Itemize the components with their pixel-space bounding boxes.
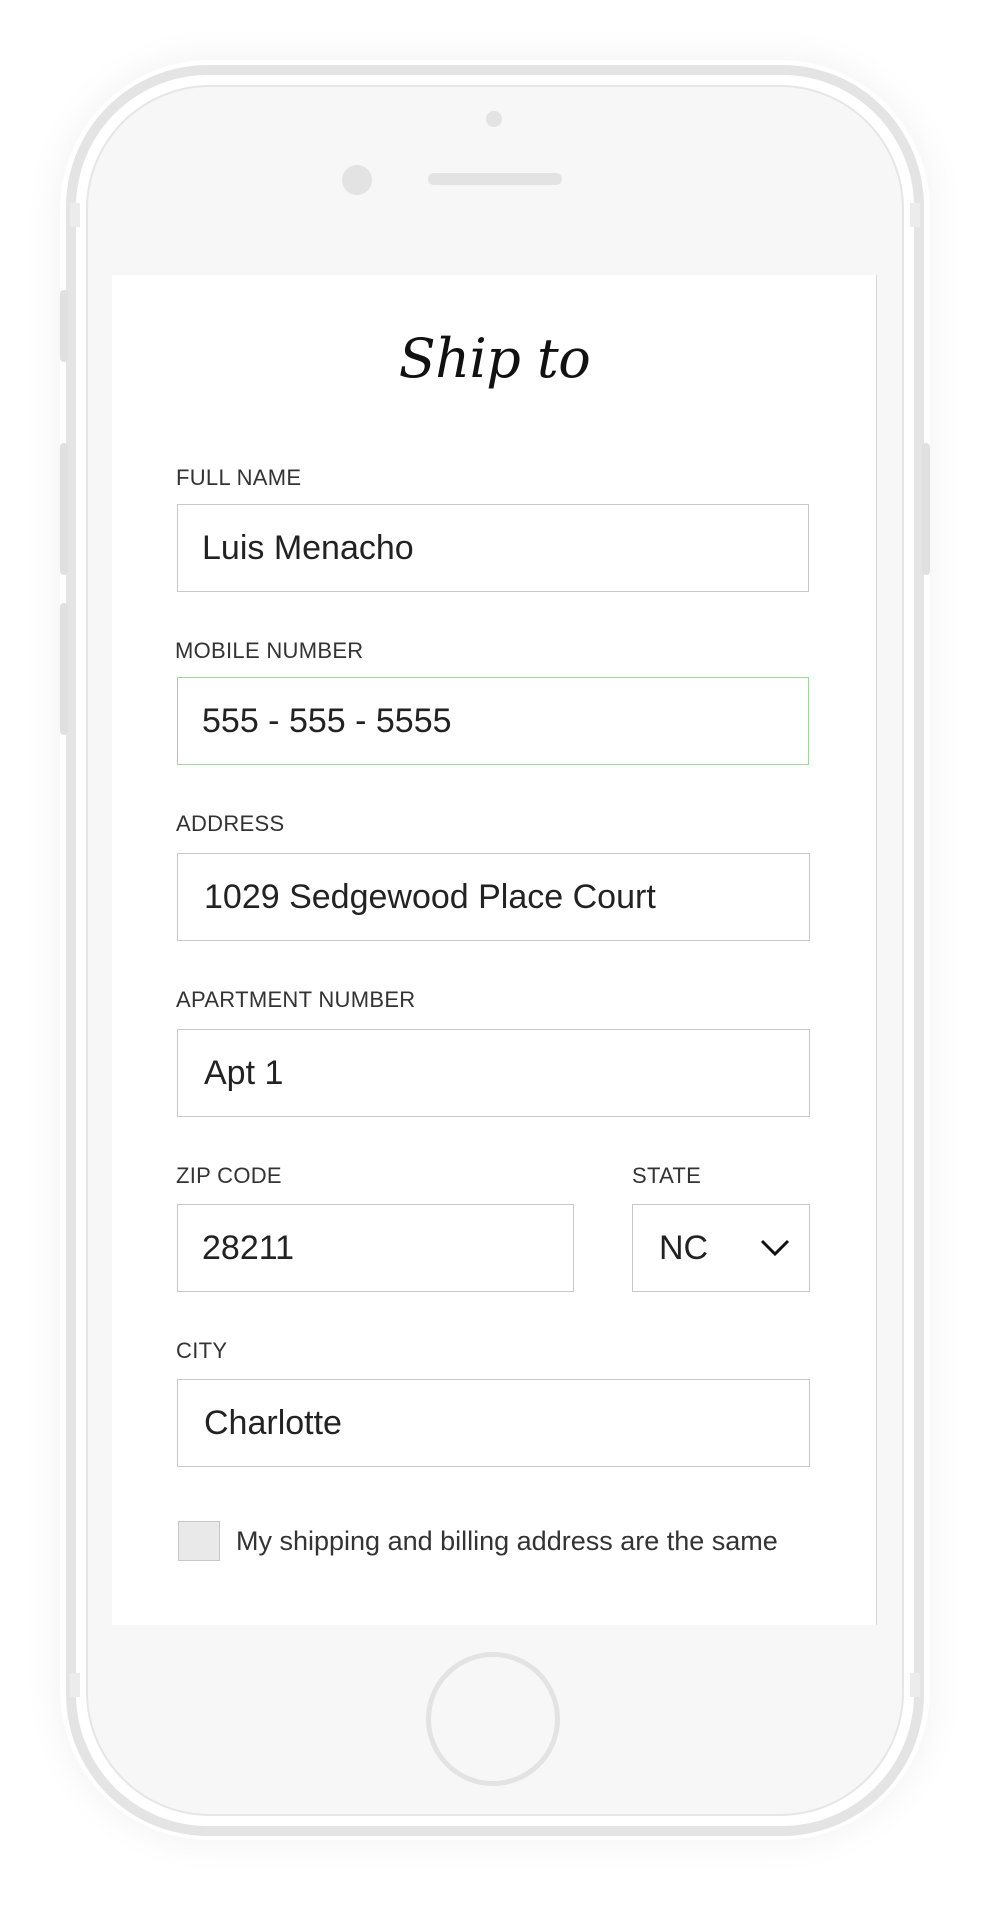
chevron-down-icon	[760, 1239, 790, 1257]
state-select-value: NC	[659, 1228, 709, 1267]
home-button[interactable]	[426, 1652, 560, 1786]
zip-code-label: ZIP CODE	[176, 1163, 282, 1188]
antenna-band	[910, 203, 920, 227]
mobile-number-field[interactable]: 555 - 555 - 5555	[177, 677, 809, 765]
address-label: ADDRESS	[176, 811, 285, 836]
mute-switch	[60, 290, 68, 362]
apartment-number-label: APARTMENT NUMBER	[176, 987, 416, 1012]
mobile-number-label: MOBILE NUMBER	[175, 638, 364, 663]
city-label: CITY	[176, 1338, 228, 1363]
same-address-checkbox[interactable]	[178, 1521, 220, 1561]
screen: Ship to FULL NAME Luis Menacho MOBILE NU…	[112, 275, 877, 1625]
volume-up-button	[60, 443, 68, 575]
address-field[interactable]: 1029 Sedgewood Place Court	[177, 853, 810, 941]
front-camera	[342, 165, 372, 195]
earpiece-speaker	[428, 173, 562, 185]
apartment-number-field[interactable]: Apt 1	[177, 1029, 810, 1117]
antenna-band	[910, 1673, 920, 1697]
full-name-field[interactable]: Luis Menacho	[177, 504, 809, 592]
volume-down-button	[60, 603, 68, 735]
antenna-band	[70, 1673, 80, 1697]
full-name-label: FULL NAME	[176, 465, 302, 490]
power-button	[922, 443, 930, 575]
state-select[interactable]: NC	[632, 1204, 810, 1292]
city-field[interactable]: Charlotte	[177, 1379, 810, 1467]
same-address-checkbox-label[interactable]: My shipping and billing address are the …	[236, 1526, 778, 1557]
antenna-band	[70, 203, 80, 227]
zip-code-field[interactable]: 28211	[177, 1204, 574, 1292]
page-title: Ship to	[398, 327, 591, 390]
proximity-sensor	[486, 111, 502, 127]
state-label: STATE	[632, 1163, 702, 1188]
stage: Ship to FULL NAME Luis Menacho MOBILE NU…	[0, 0, 1000, 1912]
